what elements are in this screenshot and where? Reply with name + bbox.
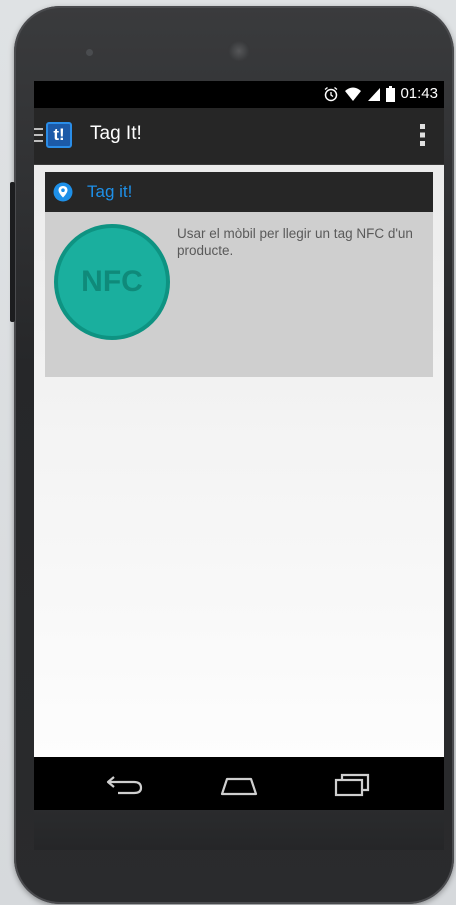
wifi-icon [345, 87, 362, 101]
front-camera [86, 49, 93, 56]
card-title: Tag it! [87, 182, 133, 201]
phone-chin [34, 810, 444, 850]
status-icons: 01:43 [323, 85, 438, 102]
status-time: 01:43 [400, 85, 438, 102]
back-icon[interactable] [104, 770, 148, 798]
navigation-bar [34, 757, 444, 810]
side-button [10, 182, 15, 322]
stage: 01:43 t! Tag It! Tag it! NFC Usar el mòb… [0, 0, 456, 905]
recent-apps-icon[interactable] [330, 770, 374, 798]
app-logo[interactable]: t! [46, 122, 72, 148]
phone-screen: 01:43 t! Tag It! Tag it! NFC Usar el mòb… [34, 81, 444, 810]
earpiece-speaker [228, 40, 250, 62]
nfc-badge: NFC [54, 224, 170, 340]
home-icon[interactable] [217, 770, 261, 798]
battery-icon [386, 85, 396, 102]
card-description: Usar el mòbil per llegir un tag NFC d'un… [177, 226, 413, 258]
tag-it-card[interactable]: Tag it! NFC Usar el mòbil per llegir un … [45, 172, 433, 377]
card-header: Tag it! [45, 172, 433, 212]
location-pin-icon [53, 182, 73, 202]
action-bar: t! Tag It! [34, 108, 444, 165]
alarm-icon [325, 86, 338, 101]
app-title: Tag It! [90, 123, 142, 144]
overflow-menu-icon[interactable] [420, 123, 426, 147]
nfc-badge-text: NFC [81, 265, 143, 298]
status-bar: 01:43 [34, 81, 444, 108]
drawer-icon[interactable] [34, 127, 43, 143]
signal-icon [368, 87, 381, 101]
content-area: Tag it! NFC Usar el mòbil per llegir un … [34, 165, 444, 757]
